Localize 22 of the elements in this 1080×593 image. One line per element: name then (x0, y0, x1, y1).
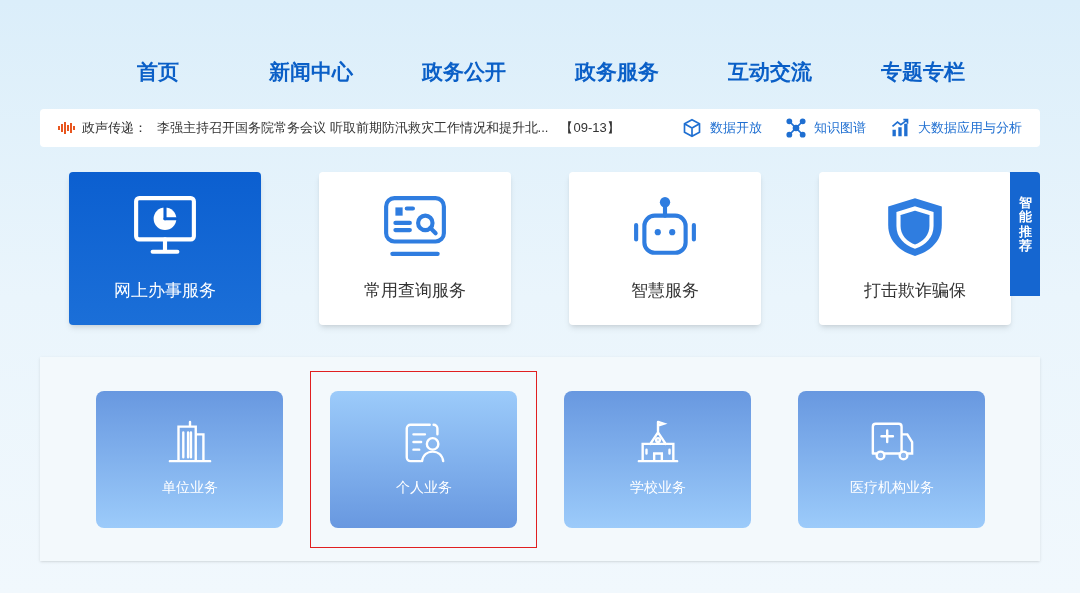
network-icon (786, 118, 806, 138)
nav-link[interactable]: 专题专栏 (846, 56, 999, 88)
service-card[interactable]: 网上办事服务 (69, 172, 261, 325)
ticker-label: 政声传递： (82, 119, 147, 138)
nav-link[interactable]: 互动交流 (693, 56, 846, 88)
sound-wave-icon (58, 121, 76, 135)
service-card[interactable]: 打击欺诈骗保 (819, 172, 1011, 325)
bar-chart-icon (890, 118, 910, 138)
cube-icon (682, 118, 702, 138)
nav-link[interactable]: 新闻中心 (234, 56, 387, 88)
service-card[interactable]: 常用查询服务 (319, 172, 511, 325)
service-card[interactable]: 智慧服务 (569, 172, 761, 325)
nav-link[interactable]: 政务公开 (387, 56, 540, 88)
recommend-side-tab[interactable]: 智能推荐 (1010, 172, 1040, 296)
quick-link[interactable]: 知识图谱 (786, 118, 866, 138)
building-icon (166, 418, 213, 465)
nav-link[interactable]: 政务服务 (540, 56, 693, 88)
news-headline-link[interactable]: 李强主持召开国务院常务会议 听取前期防汛救灾工作情况和提升北... (157, 118, 549, 138)
quick-link[interactable]: 数据开放 (682, 118, 762, 138)
quick-link[interactable]: 大数据应用与分析 (890, 118, 1022, 138)
news-date: 【09-13】 (560, 119, 620, 138)
nav-link[interactable]: 首页 (81, 56, 234, 88)
